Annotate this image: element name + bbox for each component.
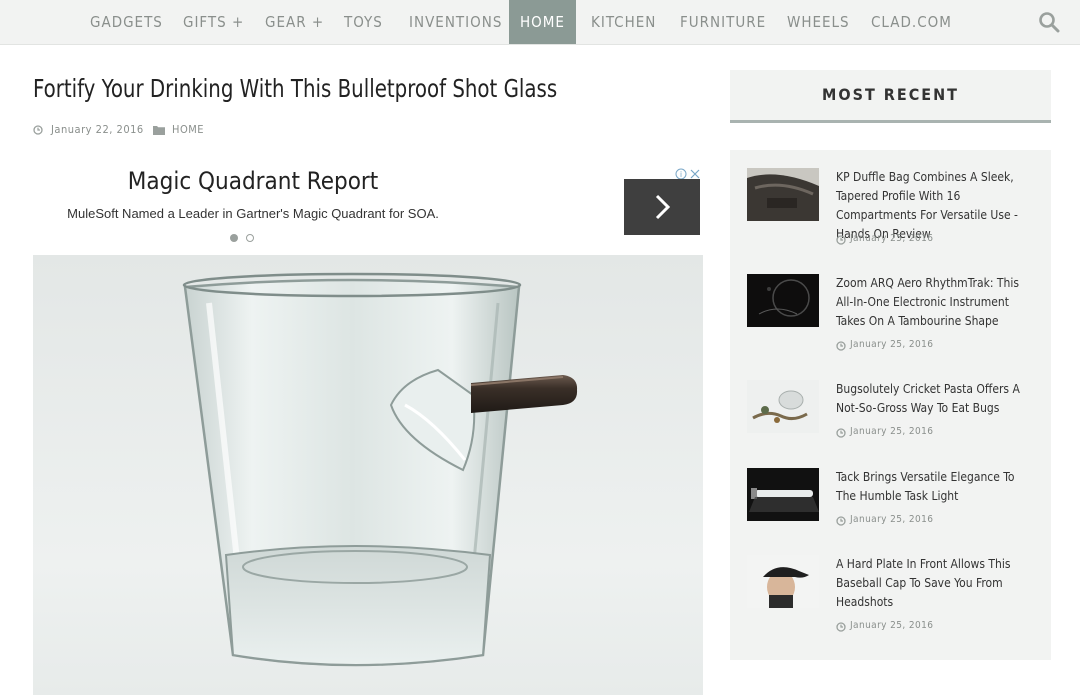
ad-next-button[interactable]	[624, 179, 700, 235]
most-recent-heading: MOST RECENT	[822, 85, 959, 104]
ad-dot[interactable]	[246, 234, 254, 242]
duffle-bag-thumbnail	[747, 168, 819, 221]
cricket-pasta-thumbnail	[747, 380, 819, 433]
clock-icon	[836, 341, 846, 351]
post-date-text: January 25, 2016	[850, 233, 934, 244]
post-date-text: January 25, 2016	[850, 339, 934, 350]
list-item: KP Duffle Bag Combines A Sleek, Tapered …	[747, 168, 1047, 248]
post-thumbnail[interactable]	[747, 274, 819, 327]
folder-icon	[153, 126, 165, 135]
post-title-link[interactable]: Tack Brings Versatile Elegance To The Hu…	[836, 468, 1036, 506]
ad-dot-active[interactable]	[230, 234, 238, 242]
ad-subtitle[interactable]: MuleSoft Named a Leader in Gartner's Mag…	[33, 206, 473, 221]
ad-title[interactable]: Magic Quadrant Report	[33, 167, 473, 195]
clock-icon	[836, 428, 846, 438]
post-date-text: January 25, 2016	[850, 620, 934, 631]
ad-pagination	[230, 234, 270, 244]
post-thumbnail[interactable]	[747, 168, 819, 221]
clock-icon	[836, 516, 846, 526]
clock-icon	[836, 622, 846, 632]
post-title-link[interactable]: Zoom ARQ Aero RhythmTrak: This All-In-On…	[836, 274, 1036, 331]
baseball-cap-thumbnail	[747, 555, 819, 608]
nav-item-inventions[interactable]: INVENTIONS	[409, 0, 502, 44]
top-nav: GADGETS GIFTS + GEAR + TOYS INVENTIONS H…	[0, 0, 1080, 45]
post-date-text: January 25, 2016	[850, 514, 934, 525]
article-title: Fortify Your Drinking With This Bulletpr…	[33, 74, 558, 103]
list-item: A Hard Plate In Front Allows This Baseba…	[747, 555, 1047, 635]
clock-icon	[836, 235, 846, 245]
post-thumbnail[interactable]	[747, 468, 819, 521]
nav-item-clad[interactable]: CLAD.COM	[871, 0, 952, 44]
ad-banner: Magic Quadrant Report MuleSoft Named a L…	[33, 165, 703, 250]
nav-item-gear[interactable]: GEAR +	[265, 0, 324, 44]
post-thumbnail[interactable]	[747, 555, 819, 608]
article-date: January 22, 2016	[51, 123, 144, 136]
task-light-thumbnail	[747, 468, 819, 521]
list-item: Bugsolutely Cricket Pasta Offers A Not-S…	[747, 380, 1047, 440]
nav-item-furniture[interactable]: FURNITURE	[680, 0, 766, 44]
post-thumbnail[interactable]	[747, 380, 819, 433]
nav-item-gadgets[interactable]: GADGETS	[90, 0, 163, 44]
tambourine-instrument-thumbnail	[747, 274, 819, 327]
post-title-link[interactable]: A Hard Plate In Front Allows This Baseba…	[836, 555, 1036, 612]
most-recent-heading-box: MOST RECENT	[730, 70, 1051, 123]
post-date-text: January 25, 2016	[850, 426, 934, 437]
clock-icon	[33, 125, 43, 135]
chevron-right-icon	[655, 194, 671, 220]
svg-text:i: i	[680, 170, 682, 179]
shot-glass-image	[33, 255, 703, 695]
article-hero-image	[33, 255, 703, 695]
post-title-link[interactable]: Bugsolutely Cricket Pasta Offers A Not-S…	[836, 380, 1036, 418]
nav-item-home[interactable]: HOME	[509, 0, 576, 44]
list-item: Zoom ARQ Aero RhythmTrak: This All-In-On…	[747, 274, 1047, 354]
nav-item-wheels[interactable]: WHEELS	[787, 0, 850, 44]
nav-item-gifts[interactable]: GIFTS +	[183, 0, 244, 44]
list-item: Tack Brings Versatile Elegance To The Hu…	[747, 468, 1047, 528]
article-category-link[interactable]: HOME	[172, 123, 204, 136]
search-icon[interactable]	[1038, 11, 1060, 33]
nav-item-toys[interactable]: TOYS	[344, 0, 383, 44]
most-recent-list: KP Duffle Bag Combines A Sleek, Tapered …	[730, 150, 1051, 660]
nav-item-kitchen[interactable]: KITCHEN	[591, 0, 656, 44]
